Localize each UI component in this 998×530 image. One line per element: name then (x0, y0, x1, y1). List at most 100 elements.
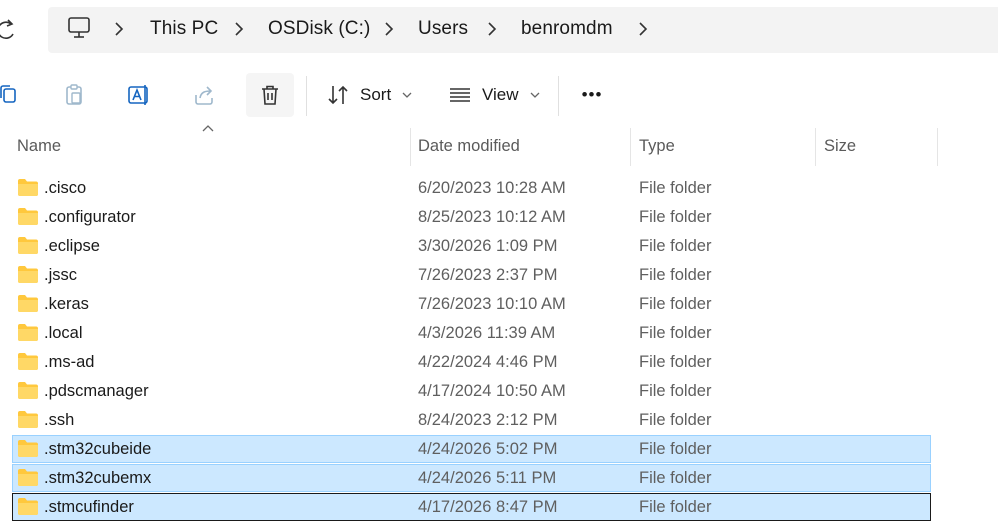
date-modified: 4/17/2026 8:47 PM (418, 498, 558, 516)
column-resize-handle[interactable] (937, 128, 938, 166)
date-modified: 4/17/2024 10:50 AM (418, 382, 566, 400)
file-type: File folder (639, 382, 712, 400)
sort-button[interactable]: Sort (326, 73, 414, 117)
column-header-name[interactable]: Name (17, 137, 61, 156)
folder-icon (18, 237, 38, 254)
date-modified: 4/24/2026 5:11 PM (418, 469, 557, 487)
file-name: .ms-ad (44, 353, 95, 371)
breadcrumb-users[interactable]: Users (418, 18, 468, 40)
paste-button[interactable] (56, 73, 92, 117)
column-header-date-modified[interactable]: Date modified (418, 137, 520, 156)
folder-icon (18, 411, 38, 428)
trash-icon (262, 85, 278, 105)
this-pc-icon[interactable] (66, 16, 92, 40)
more-icon: ••• (581, 85, 603, 104)
file-type: File folder (639, 179, 712, 197)
copy-icon (0, 85, 16, 103)
sort-icon (328, 85, 348, 105)
view-button[interactable]: View (448, 73, 542, 117)
chevron-down-icon (402, 92, 412, 98)
chevron-right-icon[interactable] (637, 20, 649, 38)
date-modified: 8/24/2023 2:12 PM (418, 411, 558, 429)
file-name: .eclipse (44, 237, 100, 255)
file-type: File folder (639, 498, 712, 516)
date-modified: 6/20/2023 10:28 AM (418, 179, 566, 197)
file-type: File folder (639, 440, 712, 458)
table-row[interactable]: .eclipse 3/30/2026 1:09 PM File folder (0, 232, 998, 261)
table-row[interactable]: .ms-ad 4/22/2024 4:46 PM File folder (0, 348, 998, 377)
date-modified: 4/24/2026 5:02 PM (418, 440, 558, 458)
table-row[interactable]: .ssh 8/24/2023 2:12 PM File folder (0, 406, 998, 435)
share-icon (195, 86, 213, 105)
file-name: .stmcufinder (44, 498, 134, 516)
date-modified: 7/26/2023 2:37 PM (418, 266, 558, 284)
date-modified: 4/22/2024 4:46 PM (418, 353, 558, 371)
file-type: File folder (639, 295, 712, 313)
table-row[interactable]: .jssc 7/26/2023 2:37 PM File folder (0, 261, 998, 290)
file-type: File folder (639, 324, 712, 342)
folder-icon (18, 324, 38, 341)
chevron-right-icon[interactable] (383, 20, 395, 38)
table-row[interactable]: .local 4/3/2026 11:39 AM File folder (0, 319, 998, 348)
breadcrumb-benromdm[interactable]: benromdm (521, 18, 613, 40)
column-header-type[interactable]: Type (639, 137, 675, 156)
column-header-size[interactable]: Size (824, 137, 856, 156)
file-name: .jssc (44, 266, 77, 284)
copy-button[interactable] (0, 73, 26, 117)
table-row[interactable]: .stmcufinder 4/17/2026 8:47 PM File fold… (0, 493, 998, 522)
sort-label: Sort (360, 85, 392, 104)
folder-icon (18, 295, 38, 312)
view-icon (450, 88, 470, 102)
folder-icon (18, 498, 38, 515)
delete-button[interactable] (246, 73, 294, 117)
table-row[interactable]: .pdscmanager 4/17/2024 10:50 AM File fol… (0, 377, 998, 406)
file-type: File folder (639, 266, 712, 284)
paste-icon (66, 84, 82, 105)
folder-icon (18, 469, 38, 486)
folder-icon (18, 382, 38, 399)
file-type: File folder (639, 208, 712, 226)
refresh-icon[interactable] (0, 16, 18, 44)
command-divider (558, 76, 559, 116)
file-name: .keras (44, 295, 89, 313)
date-modified: 7/26/2023 10:10 AM (418, 295, 566, 313)
breadcrumb-this-pc[interactable]: This PC (150, 18, 218, 40)
folder-icon (18, 266, 38, 283)
file-type: File folder (639, 411, 712, 429)
file-type: File folder (639, 469, 712, 487)
date-modified: 8/25/2023 10:12 AM (418, 208, 566, 226)
sort-ascending-icon (202, 125, 214, 132)
file-name: .stm32cubeide (44, 440, 152, 458)
chevron-right-icon[interactable] (113, 20, 125, 38)
table-row[interactable]: .stm32cubeide 4/24/2026 5:02 PM File fol… (0, 435, 998, 464)
rename-button[interactable] (121, 73, 157, 117)
file-name: .configurator (44, 208, 136, 226)
folder-icon (18, 179, 38, 196)
date-modified: 4/3/2026 11:39 AM (418, 324, 556, 342)
file-name: .ssh (44, 411, 75, 429)
chevron-right-icon[interactable] (486, 20, 498, 38)
file-name: .local (44, 324, 83, 342)
file-type: File folder (639, 237, 712, 255)
see-more-button[interactable]: ••• (572, 73, 612, 117)
file-name: .pdscmanager (44, 382, 149, 400)
column-resize-handle[interactable] (410, 128, 411, 166)
table-row[interactable]: .cisco 6/20/2023 10:28 AM File folder (0, 174, 998, 203)
chevron-down-icon (530, 92, 540, 98)
date-modified: 3/30/2026 1:09 PM (418, 237, 558, 255)
table-row[interactable]: .stm32cubemx 4/24/2026 5:11 PM File fold… (0, 464, 998, 493)
column-resize-handle[interactable] (815, 128, 816, 166)
table-row[interactable]: .keras 7/26/2023 10:10 AM File folder (0, 290, 998, 319)
folder-icon (18, 440, 38, 457)
command-divider (306, 76, 307, 116)
file-type: File folder (639, 353, 712, 371)
rename-icon (128, 85, 148, 105)
share-button[interactable] (186, 73, 222, 117)
chevron-right-icon[interactable] (233, 20, 245, 38)
breadcrumb-osdisk[interactable]: OSDisk (C:) (268, 18, 370, 40)
table-row[interactable]: .configurator 8/25/2023 10:12 AM File fo… (0, 203, 998, 232)
column-resize-handle[interactable] (630, 128, 631, 166)
file-name: .cisco (44, 179, 87, 197)
file-name: .stm32cubemx (44, 469, 152, 487)
folder-icon (18, 208, 38, 225)
